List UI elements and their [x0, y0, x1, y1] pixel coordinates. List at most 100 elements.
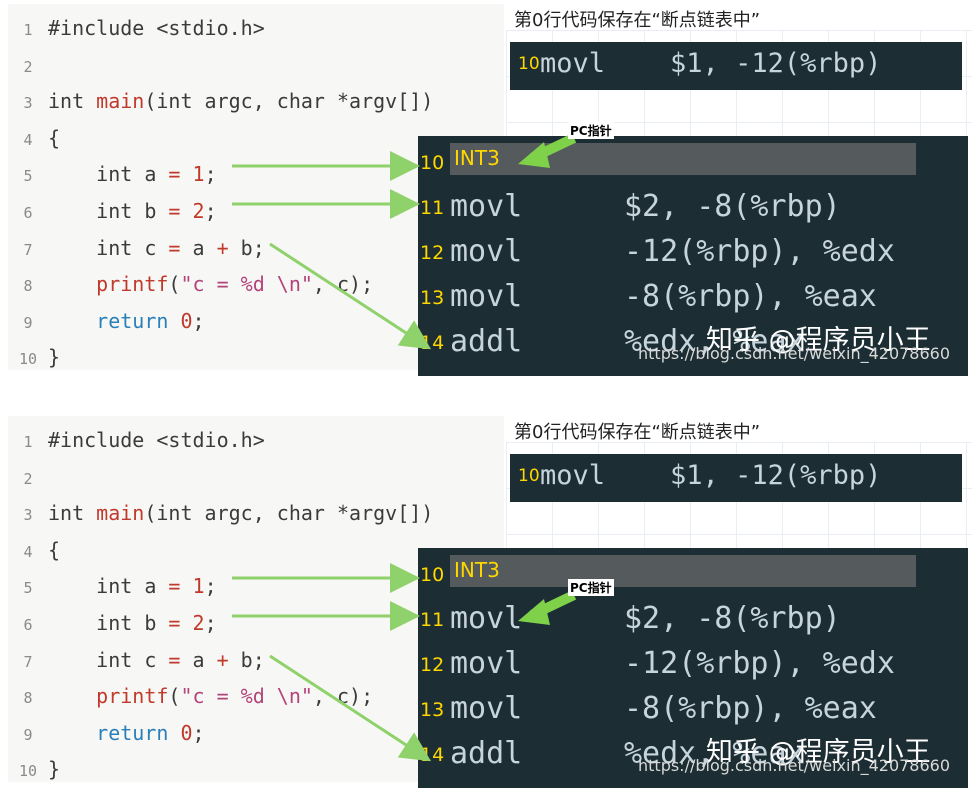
line-number: 10 [18, 762, 38, 781]
line-number: 6 [23, 204, 33, 222]
code-line: 6 int b = 2; [8, 195, 217, 227]
code-line: 10} [8, 341, 60, 373]
line-number: 7 [23, 652, 33, 671]
code-token: int b [48, 611, 169, 635]
code-token: return [96, 720, 169, 745]
code-token: int c [48, 647, 169, 672]
code-line: 3 int main(int argc, char *argv[]) [8, 85, 433, 117]
int3-instruction: INT3 [454, 146, 500, 170]
watermark-url: https://blog.csdn.net/weixin_42078660 [638, 344, 951, 363]
line-number: 5 [23, 579, 33, 598]
line-number: 2 [23, 469, 33, 488]
line-number: 4 [23, 542, 33, 561]
code-line: 1 #include <stdio.h> [8, 424, 265, 456]
asm-line-number: 11 [420, 197, 445, 219]
line-number: 1 [23, 21, 33, 39]
line-number: 8 [23, 689, 33, 708]
asm-operands: -8(%rbp), %eax [624, 279, 877, 314]
asm-line-number: 12 [420, 654, 445, 676]
code-token: { [48, 537, 61, 562]
line-number: 2 [23, 57, 33, 76]
line-number: 9 [23, 313, 33, 332]
panel-top: 1 #include <stdio.h> 2 3 int main(int argc, … [0, 0, 972, 380]
asm-line-number: 13 [420, 699, 445, 721]
code-token: , c); [312, 684, 374, 709]
code-token: (int argc, char *argv[]) [144, 501, 434, 526]
asm-row: 12 movl -12(%rbp), %edx [418, 644, 968, 688]
breakpoint-saved-instruction: movl $1, -12(%rbp) [540, 48, 882, 79]
code-token: , c); [312, 272, 374, 297]
asm-opcode: movl [450, 279, 523, 314]
code-line: 5 int a = 1; [8, 158, 217, 190]
breakpoint-list-caption: 第0行代码保存在“断点链表中” [514, 10, 761, 31]
line-number: 8 [23, 277, 33, 296]
code-token: int [48, 501, 97, 526]
code-token: = [168, 199, 181, 223]
breakpoint-list-box: 10 movl $1, -12(%rbp) [510, 42, 962, 90]
code-token: ; [192, 308, 205, 333]
asm-opcode: movl [450, 646, 523, 681]
asm-line-number: 11 [420, 609, 445, 631]
asm-opcode: movl [450, 234, 523, 269]
code-token: = [168, 574, 181, 599]
asm-row: 12 movl -12(%rbp), %edx [418, 232, 968, 276]
breakpoint-line-number: 10 [518, 466, 540, 486]
asm-opcode: addl [450, 324, 523, 359]
asm-opcode: movl [450, 189, 523, 224]
watermark-url: https://blog.csdn.net/weixin_42078660 [638, 756, 951, 775]
code-token: + [216, 647, 229, 672]
breakpoint-list-caption: 第0行代码保存在“断点链表中” [514, 422, 761, 443]
code-token: main [96, 89, 145, 114]
code-token: } [48, 345, 61, 370]
code-token: = [168, 235, 181, 260]
code-line: 2 [8, 461, 48, 493]
code-token: int a [48, 162, 169, 187]
code-token: ; [192, 720, 205, 745]
code-token: ; [204, 574, 217, 599]
code-token: } [48, 757, 61, 782]
asm-row: 11 movl $2, -8(%rbp) [418, 599, 968, 643]
line-number: 3 [23, 506, 33, 525]
code-line: 7 int c = a + b; [8, 232, 264, 264]
code-token: ; [204, 611, 217, 635]
asm-line-number: 14 [420, 744, 445, 766]
code-token: ; [204, 162, 217, 187]
asm-row: 10 INT3 [418, 142, 968, 186]
asm-opcode: movl [450, 691, 523, 726]
code-line: 10} [8, 753, 60, 785]
code-token: 1 [192, 574, 205, 599]
code-token: 0 [180, 308, 193, 333]
code-token: = [168, 162, 181, 187]
code-token: printf [96, 272, 169, 297]
code-line: 9 return 0; [8, 717, 205, 749]
code-token: #include <stdio.h> [48, 428, 265, 452]
asm-opcode: movl [450, 601, 523, 636]
code-token: #include <stdio.h> [48, 16, 265, 40]
asm-line-number: 14 [420, 332, 445, 354]
asm-operands: $2, -8(%rbp) [624, 189, 841, 224]
line-number: 3 [23, 94, 33, 113]
breakpoint-list-box: 10 movl $1, -12(%rbp) [510, 454, 962, 502]
code-token: b; [228, 647, 265, 672]
code-token: int a [48, 574, 169, 599]
breakpoint-line-number: 10 [518, 54, 540, 74]
asm-line-number: 12 [420, 242, 445, 264]
asm-line-number: 10 [420, 152, 445, 174]
asm-operands: -8(%rbp), %eax [624, 691, 877, 726]
code-token: 1 [192, 162, 205, 187]
code-token: = [168, 647, 181, 672]
code-token: a [180, 647, 217, 672]
code-token: ; [204, 199, 217, 223]
int3-highlight-bar [450, 143, 916, 175]
code-token: 2 [192, 199, 205, 223]
asm-operands: $2, -8(%rbp) [624, 601, 841, 636]
line-number: 6 [23, 616, 33, 634]
int3-highlight-bar [450, 555, 916, 587]
